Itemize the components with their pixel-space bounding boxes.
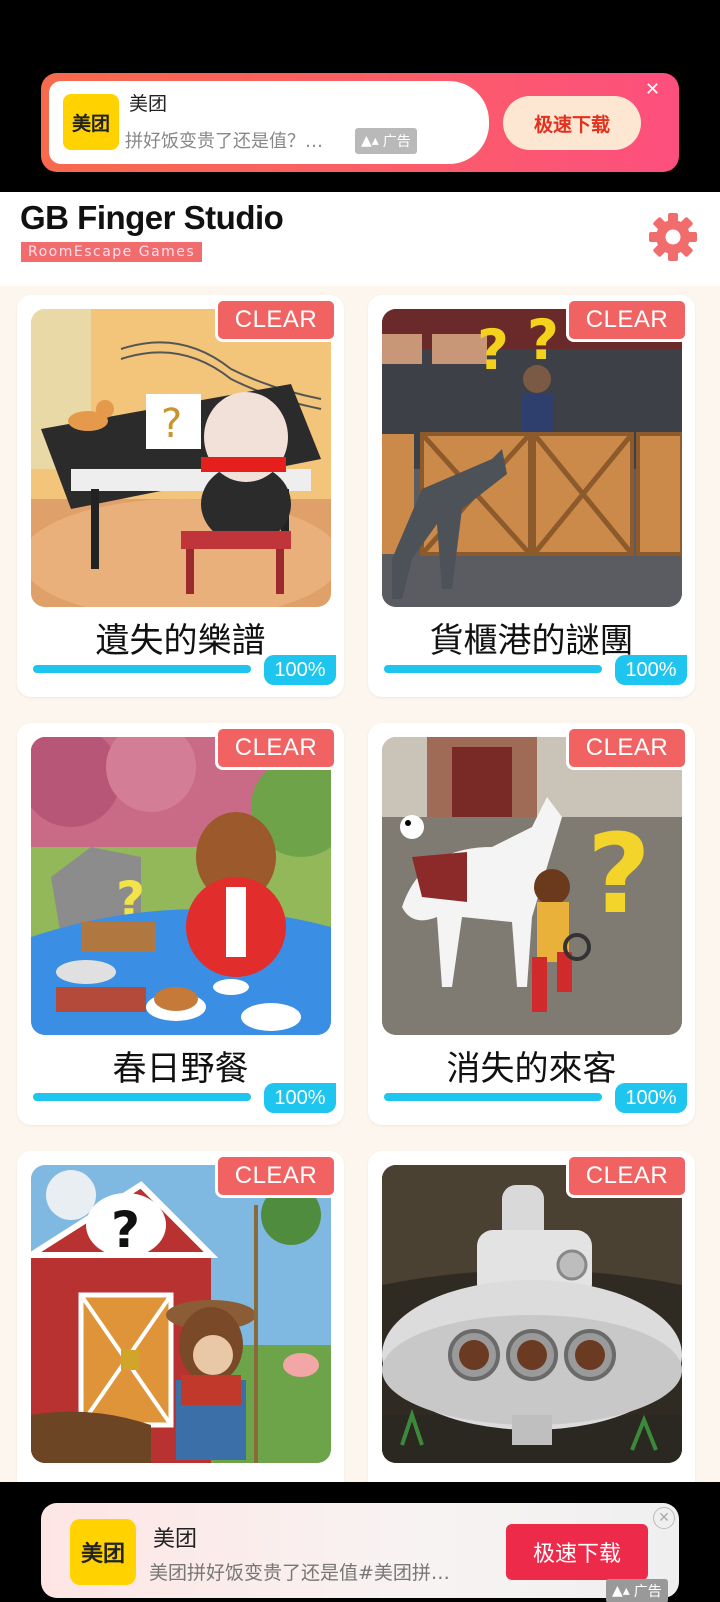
clear-badge: CLEAR [215,1154,337,1198]
submarine-scene-image [382,1165,682,1463]
svg-text:?: ? [111,1201,140,1259]
ad-download-button[interactable]: 极速下载 [503,96,641,150]
clear-badge: CLEAR [566,726,688,770]
progress-fill [33,665,251,673]
ad-description: 拼好饭变贵了还是值？… [125,131,323,152]
progress-fill [384,1093,602,1101]
game-thumbnail: ? [31,1165,331,1463]
game-card[interactable]: ? CLEAR 春日野餐 100% [17,723,344,1125]
meituan-logo: 美团 [63,94,119,150]
studio-title: GB Finger Studio [20,199,284,236]
progress-bar [384,1093,602,1101]
progress-percent: 100% [615,1083,687,1113]
progress-bar [33,665,251,673]
ad-network-icon: ▲▴ [612,1583,630,1599]
ad-close-icon[interactable]: ✕ [653,1507,675,1529]
clear-badge: CLEAR [215,298,337,342]
app-screen: GB Finger Studio RoomEscape Games ? CLEA… [0,192,720,1553]
ad-download-button[interactable]: 极速下载 [506,1524,648,1580]
app-header: GB Finger Studio RoomEscape Games [0,192,720,286]
progress-percent: 100% [264,1083,336,1113]
crates-scene-image: ? ? [382,309,682,607]
ad-description: 美团拼好饭变贵了还是值#美团拼… [149,1562,450,1584]
studio-subtitle: RoomEscape Games [21,242,203,262]
meituan-logo: 美团 [70,1519,136,1585]
progress-bar [384,665,602,673]
progress-percent: 100% [615,655,687,685]
top-ad-banner[interactable]: 美团 美团 拼好饭变贵了还是值？… ▲▴ 广告 极速下载 ✕ [41,73,679,172]
ad-label-tag: ▲▴ 广告 [355,128,417,154]
clear-badge: CLEAR [566,1154,688,1198]
ad-close-icon[interactable]: ✕ [645,79,660,100]
piano-scene-image: ? [31,309,331,607]
ad-label-text: 广告 [633,1584,662,1600]
progress-fill [33,1093,251,1101]
ad-brand: 美团 [129,93,168,115]
svg-text:?: ? [161,401,182,447]
svg-text:?: ? [527,309,559,372]
progress-bar [33,1093,251,1101]
game-thumbnail: ? ? [382,309,682,607]
farm-scene-image: ? [31,1165,331,1463]
game-thumbnail [382,1165,682,1463]
svg-text:?: ? [477,318,509,382]
ad-network-icon: ▲▴ [361,133,379,149]
bottom-ad-banner[interactable]: 美团 美团 美团拼好饭变贵了还是值#美团拼… 极速下载 ✕ ▲▴ 广告 [41,1503,679,1602]
clear-badge: CLEAR [566,298,688,342]
clear-badge: CLEAR [215,726,337,770]
game-card[interactable]: ? CLEAR 消失的來客 100% [368,723,695,1125]
progress-fill [384,665,602,673]
game-thumbnail: ? [31,737,331,1035]
horse-scene-image: ? [382,737,682,1035]
game-thumbnail: ? [31,309,331,607]
game-card[interactable]: ? CLEAR 遺失的樂譜 100% [17,295,344,697]
ad-label-text: 广告 [382,134,411,150]
gear-icon[interactable] [648,212,698,262]
picnic-scene-image: ? [31,737,331,1035]
progress-percent: 100% [264,655,336,685]
ad-label-tag: ▲▴ 广告 [606,1579,668,1602]
svg-text:?: ? [587,810,651,938]
ad-brand: 美团 [153,1527,198,1552]
game-card[interactable]: ? ? CLEAR 貨櫃港的謎團 100% [368,295,695,697]
game-thumbnail: ? [382,737,682,1035]
